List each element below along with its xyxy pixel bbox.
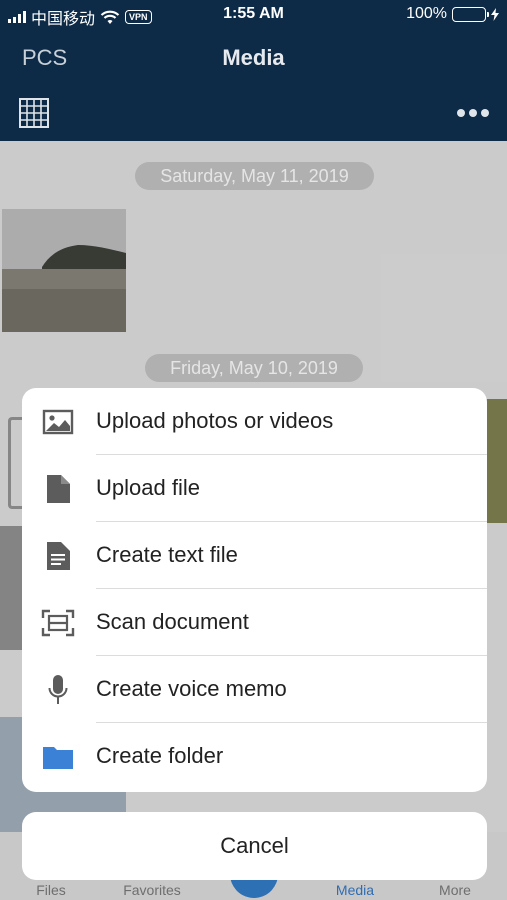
scan-document-button[interactable]: Scan document	[22, 589, 487, 656]
create-voice-memo-button[interactable]: Create voice memo	[22, 656, 487, 723]
image-icon	[40, 406, 76, 438]
upload-file-button[interactable]: Upload file	[22, 455, 487, 522]
create-text-file-button[interactable]: Create text file	[22, 522, 487, 589]
action-sheet: Upload photos or videos Upload file Crea…	[22, 388, 487, 792]
status-right: 100%	[406, 5, 499, 23]
battery-icon	[452, 6, 489, 22]
create-folder-button[interactable]: Create folder	[22, 723, 487, 790]
cancel-button[interactable]: Cancel	[22, 812, 487, 880]
action-label: Create text file	[96, 542, 238, 567]
tab-more[interactable]: More	[410, 882, 500, 898]
microphone-icon	[40, 674, 76, 706]
action-label: Create folder	[96, 743, 224, 768]
page-title: Media	[222, 45, 285, 70]
scan-icon	[40, 607, 76, 639]
battery-percent: 100%	[406, 5, 447, 22]
tab-favorites[interactable]: Favorites	[107, 882, 197, 898]
charging-icon	[491, 7, 499, 21]
tab-files[interactable]: Files	[6, 882, 96, 898]
more-options-icon[interactable]	[457, 106, 489, 120]
tab-media[interactable]: Media	[310, 882, 400, 898]
upload-photos-button[interactable]: Upload photos or videos	[22, 388, 487, 455]
action-label: Create voice memo	[96, 676, 287, 701]
text-file-icon	[40, 540, 76, 572]
grid-view-icon[interactable]	[19, 98, 49, 128]
file-icon	[40, 473, 76, 505]
action-label: Scan document	[96, 609, 249, 634]
action-label: Upload file	[96, 475, 200, 500]
app-header: 中国移动 VPN 1:55 AM 100% PCS Media	[0, 0, 507, 141]
folder-icon	[40, 741, 76, 773]
status-bar: 中国移动 VPN 1:55 AM 100%	[0, 0, 507, 30]
action-label: Upload photos or videos	[96, 408, 334, 433]
